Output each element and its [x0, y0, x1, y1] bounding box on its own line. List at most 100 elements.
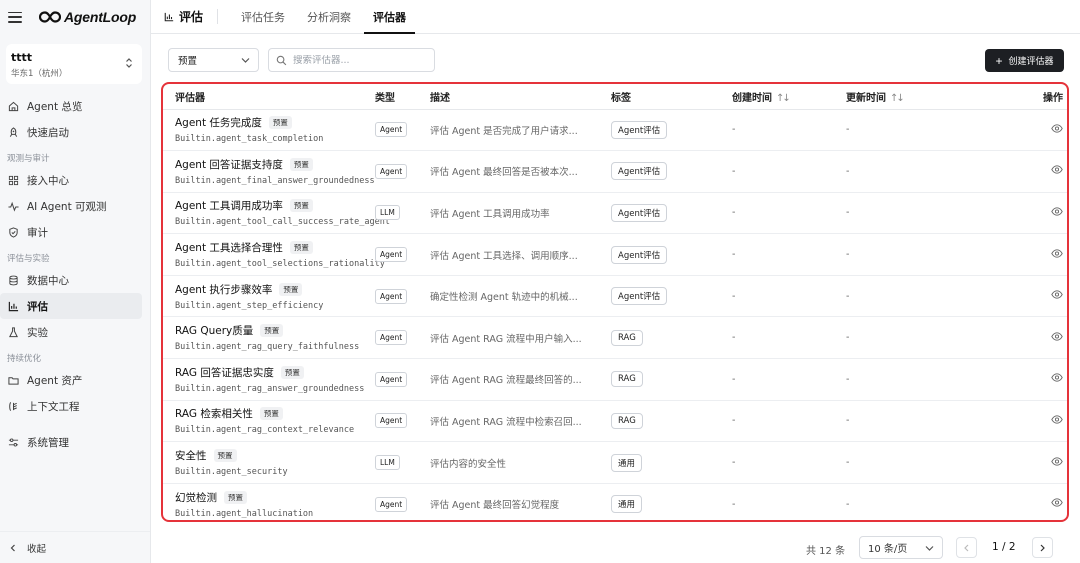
evaluator-id: Builtin.agent_security: [175, 467, 288, 478]
cell-created: -: [732, 441, 846, 484]
evaluator-name[interactable]: RAG Query质量: [175, 323, 253, 338]
evaluator-name[interactable]: Agent 回答证据支持度: [175, 157, 283, 172]
prev-page-button[interactable]: [956, 537, 977, 558]
create-evaluator-button[interactable]: + 创建评估器: [985, 49, 1064, 72]
evaluator-name[interactable]: RAG 回答证据忠实度: [175, 365, 274, 380]
cell-name: Agent 工具选择合理性 预置 Builtin.agent_tool_select…: [163, 233, 385, 276]
column-header-tag: 标签: [611, 84, 732, 110]
eye-icon[interactable]: [1051, 248, 1063, 258]
sidebar-item-overview[interactable]: Agent 总览: [0, 93, 142, 119]
search-box[interactable]: [268, 48, 435, 72]
evaluator-name[interactable]: Agent 任务完成度: [175, 115, 262, 130]
sidebar-item-system-settings[interactable]: 系统管理: [0, 429, 142, 455]
created-time: -: [732, 332, 736, 344]
sidebar-item-observability[interactable]: AI Agent 可观测: [0, 193, 142, 219]
cell-tag: RAG: [611, 358, 732, 401]
eye-icon[interactable]: [1051, 456, 1063, 466]
eye-icon[interactable]: [1051, 124, 1063, 133]
chevron-down-icon: [925, 546, 934, 551]
evaluator-name[interactable]: 幻觉检测: [175, 490, 217, 505]
table-row[interactable]: RAG 检索相关性 预置 Builtin.agent_rag_context_rel…: [163, 400, 1067, 443]
evaluator-id: Builtin.agent_task_completion: [175, 134, 324, 145]
sidebar-item-audit[interactable]: 审计: [0, 219, 142, 245]
cell-type: Agent: [375, 150, 430, 193]
page-size-select[interactable]: 10 条/页: [859, 536, 943, 559]
created-time: -: [732, 249, 736, 261]
sidebar-nav: Agent 总览 快速启动 观测与审计 接入中心 AI Agent 可观测 审计…: [0, 93, 150, 455]
eye-icon[interactable]: [1051, 165, 1063, 175]
eye-icon[interactable]: [1051, 207, 1063, 216]
cell-created: -: [732, 233, 846, 276]
rocket-icon: [9, 126, 18, 137]
column-header-name: 评估器: [163, 84, 375, 110]
updated-time: -: [846, 332, 850, 344]
evaluator-description: 评估内容的安全性: [430, 458, 507, 470]
sort-icon[interactable]: ↑↓: [776, 93, 791, 104]
workspace-name: tttt: [11, 51, 33, 64]
sort-icon[interactable]: ↑↓: [890, 93, 905, 104]
cell-type: Agent: [375, 233, 430, 276]
evaluator-name[interactable]: Agent 工具选择合理性: [175, 240, 283, 255]
column-header-created[interactable]: 创建时间 ↑↓: [732, 84, 846, 110]
created-time: -: [732, 415, 736, 427]
cell-name: RAG Query质量 预置 Builtin.agent_rag_query_fai…: [163, 316, 375, 360]
cell-type: Agent: [375, 109, 430, 152]
folder-icon: [8, 376, 19, 385]
type-chip: LLM: [375, 205, 400, 221]
evaluator-name[interactable]: RAG 检索相关性: [175, 406, 253, 421]
sidebar-item-evaluation[interactable]: 评估: [0, 293, 142, 319]
preset-badge: 预置: [259, 407, 283, 421]
table-row[interactable]: Agent 工具选择合理性 预置 Builtin.agent_tool_select…: [163, 233, 1067, 276]
cell-tag: 通用: [611, 441, 732, 484]
column-header-updated[interactable]: 更新时间 ↑↓: [846, 84, 1006, 110]
cell-updated: -: [846, 192, 1006, 235]
table-row[interactable]: RAG 回答证据忠实度 预置 Builtin.agent_rag_answer_gr…: [163, 358, 1067, 401]
table-row[interactable]: Agent 回答证据支持度 预置 Builtin.agent_final_answe…: [163, 150, 1067, 193]
sidebar-item-experiment[interactable]: 实验: [0, 319, 142, 345]
search-input[interactable]: [293, 54, 423, 66]
sidebar-item-integration[interactable]: 接入中心: [0, 167, 142, 193]
sidebar-item-context-engineering[interactable]: 上下文工程: [0, 393, 142, 419]
eye-icon[interactable]: [1051, 332, 1063, 341]
table-row[interactable]: Agent 执行步骤效率 预置 Builtin.agent_step_efficie…: [163, 275, 1067, 318]
eye-icon[interactable]: [1051, 290, 1063, 299]
sidebar-item-agent-assets[interactable]: Agent 资产: [0, 367, 142, 393]
table-row[interactable]: RAG Query质量 预置 Builtin.agent_rag_query_fai…: [163, 316, 1067, 360]
header-divider: [217, 9, 219, 24]
chevron-left-icon: [10, 544, 15, 551]
type-chip: Agent: [375, 288, 408, 304]
collapse-sidebar-button[interactable]: 收起: [0, 531, 150, 563]
table-row[interactable]: Agent 任务完成度 预置 Builtin.agent_task_completi…: [163, 109, 1067, 152]
cell-updated: -: [846, 316, 1006, 360]
next-page-button[interactable]: [1032, 537, 1053, 558]
cell-name: Agent 回答证据支持度 预置 Builtin.agent_final_answe…: [163, 150, 375, 193]
evaluator-name[interactable]: Agent 执行步骤效率: [175, 282, 272, 297]
sidebar-item-quickstart[interactable]: 快速启动: [0, 119, 142, 145]
table-row[interactable]: 安全性 预置 Builtin.agent_security LLM 评估内容的安全性 通用…: [163, 441, 1067, 484]
cell-created: -: [732, 109, 846, 152]
cell-actions: [1006, 109, 1067, 152]
cell-desc: 确定性检测 Agent 轨迹中的机械...: [430, 275, 611, 318]
workspace-switcher[interactable]: tttt 华东1（杭州）: [6, 44, 142, 84]
eye-icon[interactable]: [1051, 415, 1063, 424]
evaluator-id: Builtin.agent_hallucination: [175, 508, 314, 519]
evaluator-type-select[interactable]: 预置: [168, 48, 259, 72]
tab-eval-tasks[interactable]: 评估任务: [230, 0, 296, 33]
sidebar-item-data-center[interactable]: 数据中心: [0, 267, 142, 293]
evaluator-description: 评估 Agent RAG 流程中检索召回...: [430, 416, 582, 428]
evaluator-id: Builtin.agent_final_answer_groundedness: [175, 175, 375, 186]
table-row[interactable]: Agent 工具调用成功率 预置 Builtin.agent_tool_call_s…: [163, 192, 1067, 235]
eye-icon[interactable]: [1051, 373, 1063, 383]
tab-insights[interactable]: 分析洞察: [296, 0, 362, 33]
tab-evaluators[interactable]: 评估器: [362, 0, 417, 34]
eye-icon[interactable]: [1051, 498, 1063, 508]
evaluator-name[interactable]: Agent 工具调用成功率: [175, 198, 283, 213]
evaluator-name[interactable]: 安全性: [175, 448, 207, 463]
evaluator-name-line: 幻觉检测 预置: [175, 490, 375, 505]
menu-icon[interactable]: [8, 11, 22, 23]
top-bar: 评估 评估任务 分析洞察 评估器: [151, 0, 1080, 34]
sidebar-item-label: AI Agent 可观测: [27, 200, 107, 213]
evaluator-description: 评估 Agent 最终回答是否被本次...: [430, 167, 578, 179]
table-row[interactable]: 幻觉检测 预置 Builtin.agent_hallucination Agent 评估…: [163, 483, 1067, 520]
column-header-actions: 操作: [1006, 84, 1067, 110]
